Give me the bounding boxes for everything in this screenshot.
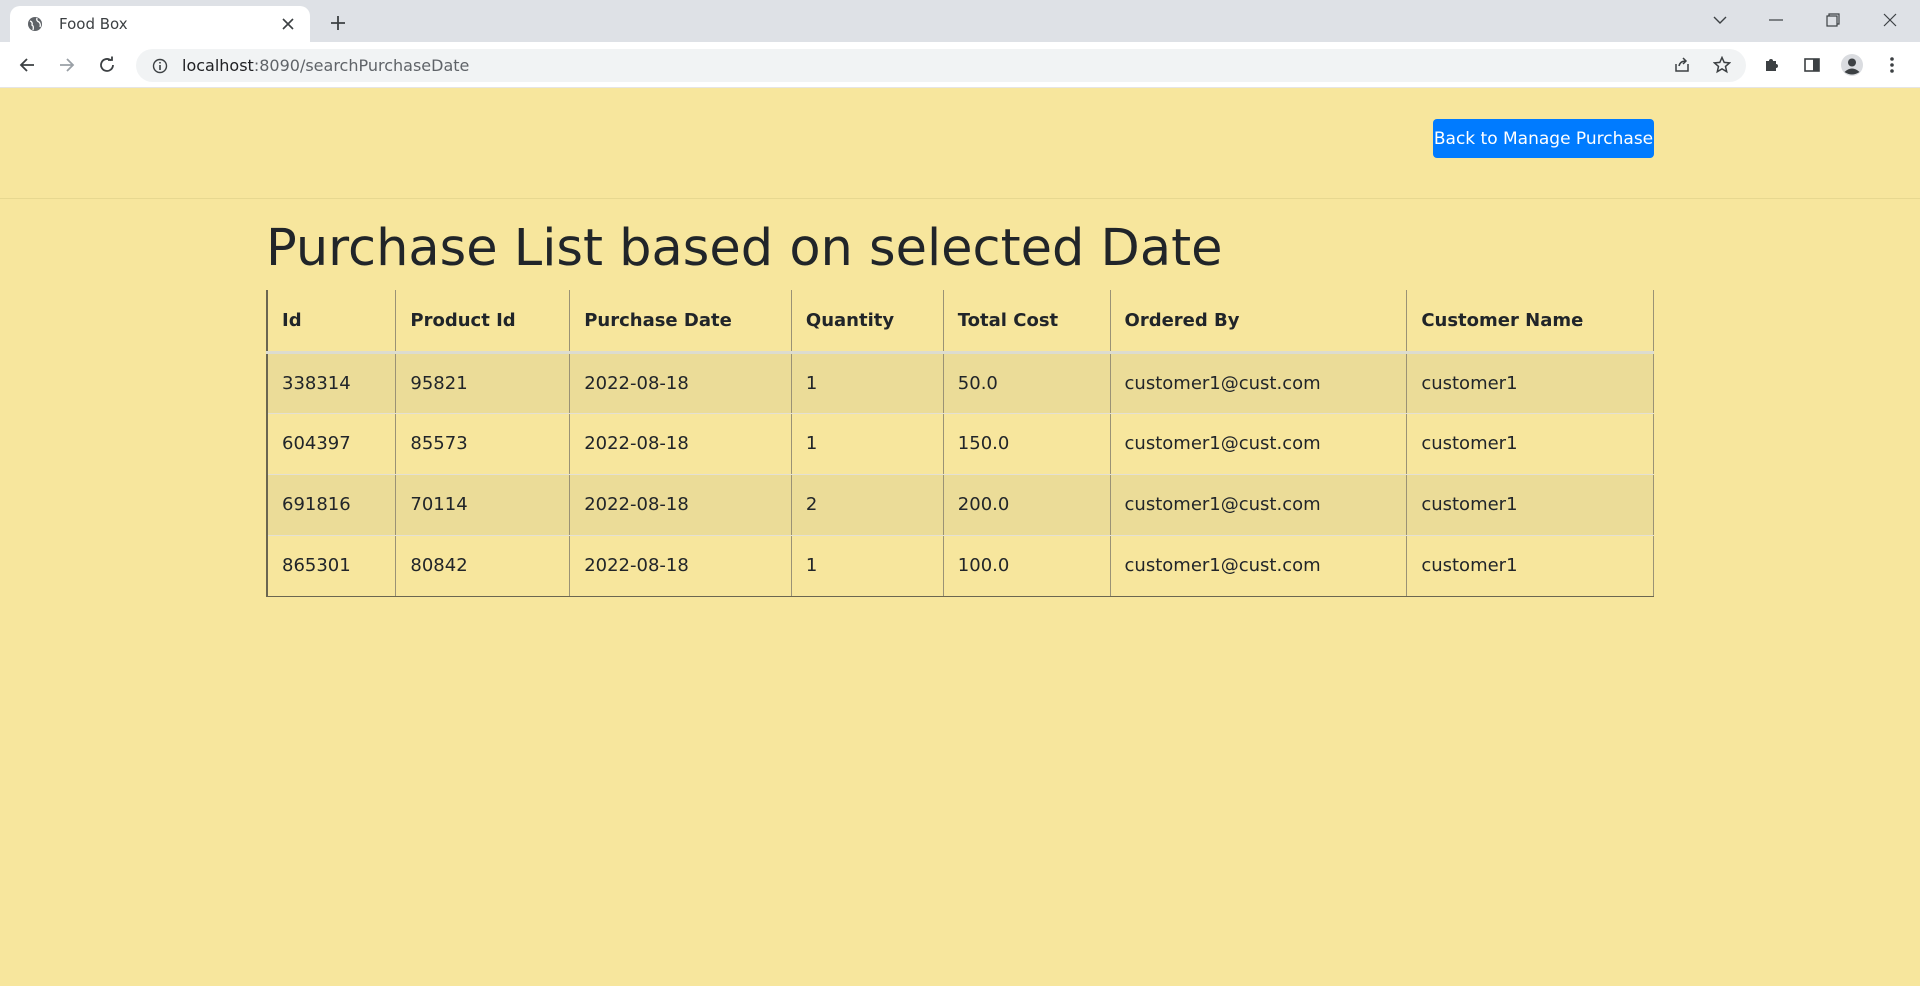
table-row: 604397 85573 2022-08-18 1 150.0 customer… <box>266 413 1654 475</box>
browser-tab-bar: Food Box <box>0 0 1920 42</box>
cell-id: 865301 <box>266 535 397 597</box>
cell-total-cost: 150.0 <box>943 413 1111 475</box>
cell-id: 604397 <box>266 413 397 475</box>
cell-product-id: 80842 <box>395 535 571 597</box>
table-row: 338314 95821 2022-08-18 1 50.0 customer1… <box>266 352 1654 414</box>
table-header: Id Product Id Purchase Date Quantity Tot… <box>266 290 1654 354</box>
profile-icon[interactable] <box>1835 48 1869 82</box>
cell-customer-name: customer1 <box>1406 352 1654 414</box>
column-header-quantity: Quantity <box>791 290 944 354</box>
page-header: Back to Manage Purchase <box>0 89 1920 199</box>
table-header-row: Id Product Id Purchase Date Quantity Tot… <box>266 290 1654 354</box>
star-icon[interactable] <box>1705 48 1739 82</box>
cell-ordered-by: customer1@cust.com <box>1110 352 1408 414</box>
cell-quantity: 1 <box>791 535 944 597</box>
table-body: 338314 95821 2022-08-18 1 50.0 customer1… <box>266 352 1654 597</box>
globe-icon <box>25 14 45 34</box>
kebab-menu-icon[interactable] <box>1875 48 1909 82</box>
column-header-customer-name: Customer Name <box>1406 290 1654 354</box>
arrow-left-icon[interactable] <box>10 48 44 82</box>
cell-quantity: 2 <box>791 474 944 536</box>
table-row: 865301 80842 2022-08-18 1 100.0 customer… <box>266 535 1654 597</box>
cell-id: 338314 <box>266 352 397 414</box>
url-text: localhost:8090/searchPurchaseDate <box>182 56 469 75</box>
window-close-icon[interactable] <box>1862 0 1918 40</box>
column-header-product-id: Product Id <box>395 290 571 354</box>
tab-title: Food Box <box>59 15 128 33</box>
side-panel-icon[interactable] <box>1795 48 1829 82</box>
plus-icon[interactable] <box>324 9 352 37</box>
cell-product-id: 95821 <box>395 352 571 414</box>
cell-total-cost: 50.0 <box>943 352 1111 414</box>
page-title: Purchase List based on selected Date <box>266 219 1223 278</box>
table-row: 691816 70114 2022-08-18 2 200.0 customer… <box>266 474 1654 536</box>
cell-total-cost: 200.0 <box>943 474 1111 536</box>
cell-purchase-date: 2022-08-18 <box>569 352 792 414</box>
cell-ordered-by: customer1@cust.com <box>1110 474 1408 536</box>
cell-quantity: 1 <box>791 352 944 414</box>
cell-ordered-by: customer1@cust.com <box>1110 535 1408 597</box>
cell-purchase-date: 2022-08-18 <box>569 535 792 597</box>
browser-toolbar: localhost:8090/searchPurchaseDate <box>0 42 1920 88</box>
back-to-manage-purchase-button[interactable]: Back to Manage Purchase <box>1433 119 1654 158</box>
share-icon[interactable] <box>1665 48 1699 82</box>
column-header-ordered-by: Ordered By <box>1110 290 1408 354</box>
purchase-table: Id Product Id Purchase Date Quantity Tot… <box>266 290 1654 597</box>
cell-product-id: 85573 <box>395 413 571 475</box>
cell-product-id: 70114 <box>395 474 571 536</box>
arrow-right-icon[interactable] <box>50 48 84 82</box>
puzzle-icon[interactable] <box>1755 48 1789 82</box>
url-host: localhost <box>182 56 254 75</box>
minimize-icon[interactable] <box>1748 0 1804 40</box>
url-path: :8090/searchPurchaseDate <box>253 56 470 75</box>
cell-ordered-by: customer1@cust.com <box>1110 413 1408 475</box>
address-bar[interactable]: localhost:8090/searchPurchaseDate <box>136 49 1746 82</box>
browser-tab[interactable]: Food Box <box>10 6 310 42</box>
close-icon[interactable] <box>278 14 298 34</box>
chevron-down-icon[interactable] <box>1692 0 1748 40</box>
cell-total-cost: 100.0 <box>943 535 1111 597</box>
cell-id: 691816 <box>266 474 397 536</box>
cell-purchase-date: 2022-08-18 <box>569 474 792 536</box>
cell-customer-name: customer1 <box>1406 474 1654 536</box>
cell-purchase-date: 2022-08-18 <box>569 413 792 475</box>
page-content: Back to Manage Purchase Purchase List ba… <box>0 89 1920 986</box>
info-icon[interactable] <box>150 56 170 76</box>
restore-icon[interactable] <box>1805 0 1861 40</box>
cell-customer-name: customer1 <box>1406 413 1654 475</box>
column-header-purchase-date: Purchase Date <box>569 290 792 354</box>
column-header-id: Id <box>266 290 397 354</box>
column-header-total-cost: Total Cost <box>943 290 1111 354</box>
reload-icon[interactable] <box>90 48 124 82</box>
cell-quantity: 1 <box>791 413 944 475</box>
cell-customer-name: customer1 <box>1406 535 1654 597</box>
